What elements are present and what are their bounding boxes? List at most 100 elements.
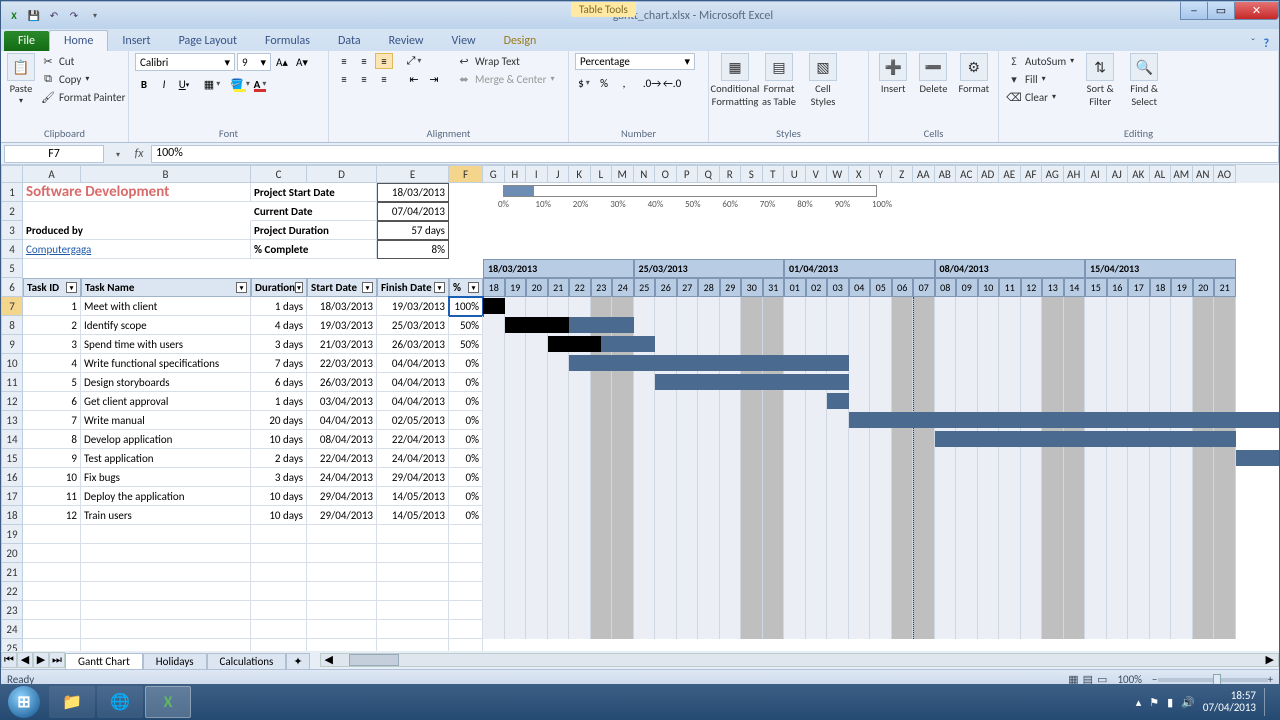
task-name[interactable]: Meet with client bbox=[81, 297, 251, 316]
row-10[interactable]: 10 bbox=[1, 354, 23, 373]
task-pct[interactable]: 0% bbox=[449, 449, 483, 468]
col-header[interactable]: AL bbox=[1150, 165, 1172, 183]
task-name[interactable]: Fix bugs bbox=[81, 468, 251, 487]
row-11[interactable]: 11 bbox=[1, 373, 23, 392]
task-finish[interactable]: 24/04/2013 bbox=[377, 449, 449, 468]
taskbar-chrome[interactable]: 🌐 bbox=[97, 686, 143, 718]
align-right-button[interactable]: ≡ bbox=[375, 71, 393, 87]
task-name[interactable]: Identify scope bbox=[81, 316, 251, 335]
formulas-tab[interactable]: Formulas bbox=[251, 31, 324, 51]
task-name[interactable]: Deploy the application bbox=[81, 487, 251, 506]
col-header[interactable]: AG bbox=[1042, 165, 1064, 183]
tray-flag-icon[interactable]: ⚑ bbox=[1149, 696, 1159, 709]
task-start[interactable]: 19/03/2013 bbox=[307, 316, 377, 335]
align-center-button[interactable]: ≡ bbox=[355, 71, 373, 87]
col-header[interactable]: G bbox=[483, 165, 505, 183]
row-1[interactable]: 1 bbox=[1, 183, 23, 202]
task-id[interactable]: 5 bbox=[23, 373, 81, 392]
row-7[interactable]: 7 bbox=[1, 297, 23, 316]
task-duration[interactable]: 10 days bbox=[251, 430, 307, 449]
col-A[interactable]: A bbox=[23, 165, 81, 183]
empty-cell[interactable] bbox=[449, 544, 483, 563]
row-6[interactable]: 6 bbox=[1, 278, 23, 297]
increase-decimal-button[interactable]: .0→ bbox=[643, 74, 661, 92]
col-header[interactable]: AD bbox=[978, 165, 1000, 183]
col-header[interactable]: V bbox=[806, 165, 828, 183]
empty-cell[interactable] bbox=[377, 601, 449, 620]
border-button[interactable]: ▦ bbox=[203, 75, 221, 93]
insert-cells-button[interactable]: ➕Insert bbox=[875, 53, 911, 95]
task-duration[interactable]: 3 days bbox=[251, 335, 307, 354]
row-9[interactable]: 9 bbox=[1, 335, 23, 354]
empty-cell[interactable] bbox=[307, 582, 377, 601]
qat-more-icon[interactable] bbox=[85, 7, 103, 25]
row-5[interactable]: 5 bbox=[1, 259, 23, 278]
maximize-button[interactable]: ▭ bbox=[1207, 2, 1235, 20]
empty-cell[interactable] bbox=[251, 563, 307, 582]
task-pct[interactable]: 50% bbox=[449, 316, 483, 335]
save-icon[interactable]: 💾 bbox=[25, 7, 43, 25]
col-header[interactable]: R bbox=[720, 165, 742, 183]
task-finish[interactable]: 22/04/2013 bbox=[377, 430, 449, 449]
task-pct[interactable]: 0% bbox=[449, 411, 483, 430]
sheet-nav-first[interactable]: ⏮ bbox=[1, 652, 17, 668]
empty-cell[interactable] bbox=[23, 601, 81, 620]
col-header-id[interactable]: Task ID▾ bbox=[23, 278, 81, 297]
task-name[interactable]: Design storyboards bbox=[81, 373, 251, 392]
task-id[interactable]: 7 bbox=[23, 411, 81, 430]
find-select-button[interactable]: 🔍Find & Select bbox=[1124, 53, 1164, 108]
task-duration[interactable]: 2 days bbox=[251, 449, 307, 468]
empty-cell[interactable] bbox=[23, 582, 81, 601]
col-header[interactable]: O bbox=[655, 165, 677, 183]
filter-icon[interactable]: ▾ bbox=[362, 282, 373, 293]
value-pct-complete[interactable]: 8% bbox=[377, 240, 449, 259]
task-pct[interactable]: 0% bbox=[449, 468, 483, 487]
task-finish[interactable]: 26/03/2013 bbox=[377, 335, 449, 354]
task-start[interactable]: 26/03/2013 bbox=[307, 373, 377, 392]
pagelayout-tab[interactable]: Page Layout bbox=[165, 31, 251, 51]
task-start[interactable]: 18/03/2013 bbox=[307, 297, 377, 316]
empty-cell[interactable] bbox=[81, 525, 251, 544]
row-12[interactable]: 12 bbox=[1, 392, 23, 411]
bold-button[interactable]: B bbox=[135, 75, 153, 93]
close-button[interactable]: ✕ bbox=[1234, 2, 1279, 20]
task-name[interactable]: Write manual bbox=[81, 411, 251, 430]
col-C[interactable]: C bbox=[251, 165, 307, 183]
gantt-bar[interactable] bbox=[1279, 469, 1280, 485]
design-tab[interactable]: Design bbox=[490, 31, 551, 51]
autosum-button[interactable]: ΣAutoSum▾ bbox=[1005, 53, 1076, 69]
col-header[interactable]: L bbox=[591, 165, 613, 183]
task-start[interactable]: 08/04/2013 bbox=[307, 430, 377, 449]
task-start[interactable]: 22/04/2013 bbox=[307, 449, 377, 468]
empty-cell[interactable] bbox=[23, 525, 81, 544]
row-16[interactable]: 16 bbox=[1, 468, 23, 487]
format-painter-button[interactable]: 🖌Format Painter bbox=[39, 89, 127, 105]
task-pct[interactable]: 0% bbox=[449, 506, 483, 525]
row-21[interactable]: 21 bbox=[1, 563, 23, 582]
comma-button[interactable]: , bbox=[615, 74, 633, 92]
col-header[interactable]: N bbox=[634, 165, 656, 183]
start-button[interactable]: ⊞ bbox=[0, 684, 48, 720]
task-start[interactable]: 21/03/2013 bbox=[307, 335, 377, 354]
task-id[interactable]: 9 bbox=[23, 449, 81, 468]
col-header[interactable]: AO bbox=[1214, 165, 1236, 183]
copy-button[interactable]: ⧉Copy▾ bbox=[39, 71, 127, 87]
col-header[interactable]: H bbox=[505, 165, 527, 183]
gantt-bar[interactable] bbox=[849, 412, 1280, 428]
wrap-text-button[interactable]: ↩Wrap Text bbox=[455, 53, 557, 69]
sheet-tab-gantt[interactable]: Gantt Chart bbox=[65, 653, 143, 669]
clear-button[interactable]: ⌫Clear▾ bbox=[1005, 89, 1076, 105]
empty-cell[interactable] bbox=[307, 544, 377, 563]
excel-icon[interactable]: X bbox=[5, 7, 23, 25]
sort-filter-button[interactable]: ⇅Sort & Filter bbox=[1080, 53, 1120, 108]
empty-cell[interactable] bbox=[377, 620, 449, 639]
task-finish[interactable]: 04/04/2013 bbox=[377, 392, 449, 411]
review-tab[interactable]: Review bbox=[375, 31, 438, 51]
grow-font-button[interactable]: A▴ bbox=[273, 53, 291, 71]
conditional-formatting-button[interactable]: ▦Conditional Formatting bbox=[715, 53, 755, 108]
row-15[interactable]: 15 bbox=[1, 449, 23, 468]
col-header[interactable]: I bbox=[526, 165, 548, 183]
filter-icon[interactable]: ▾ bbox=[468, 282, 479, 293]
worksheet[interactable]: ABCDEFGHIJKLMNOPQRSTUVWXYZAAABACADAEAFAG… bbox=[1, 165, 1279, 665]
col-header[interactable]: AE bbox=[999, 165, 1021, 183]
